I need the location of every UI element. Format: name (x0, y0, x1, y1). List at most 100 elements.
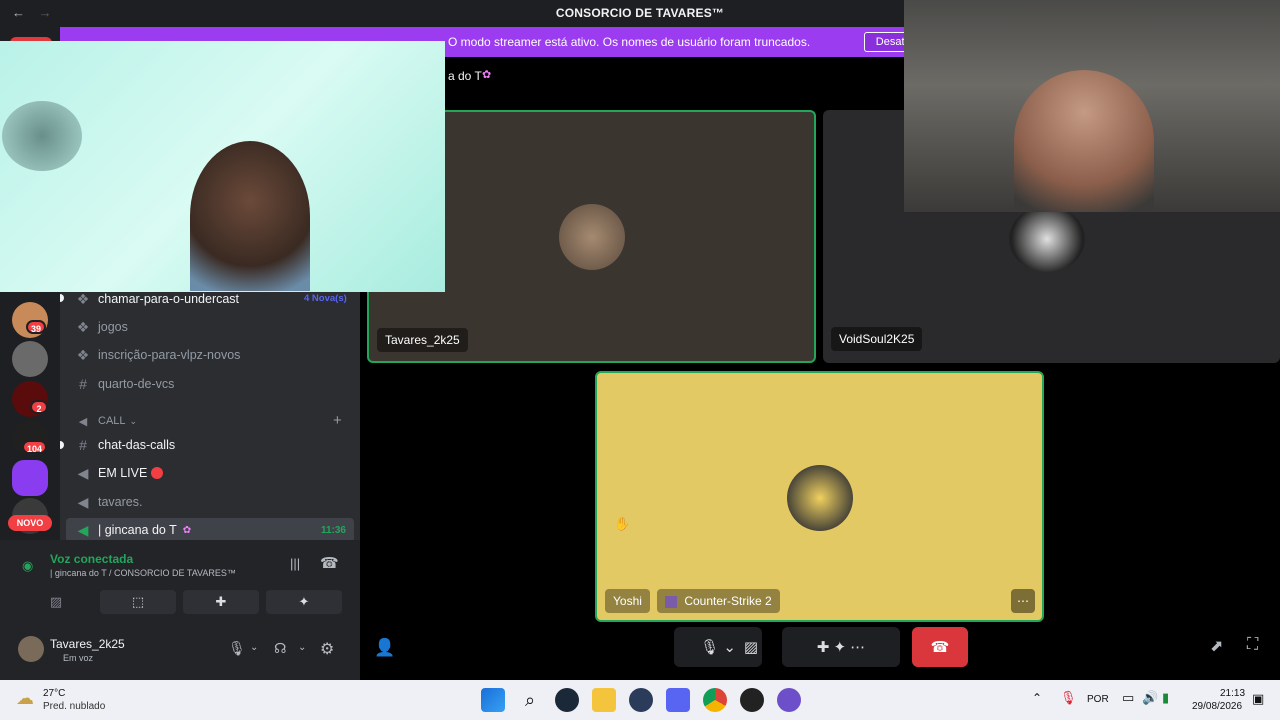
voice-channel-item-selected[interactable]: ◀ | gincana do T ✿ 11:36 (66, 518, 354, 542)
streamer-mode-message: O modo streamer está ativo. Os nomes de … (448, 35, 811, 49)
activities-button[interactable]: ✚ (183, 590, 259, 614)
unread-indicator (60, 441, 64, 449)
participant-name: VoidSoul2K25 (831, 327, 923, 351)
webcam-overlay (0, 41, 445, 292)
forum-icon: ❖ (76, 318, 90, 335)
category-call[interactable]: ◀ CALL ⌄ (74, 409, 137, 433)
channel-timer: 11:36 (320, 524, 346, 536)
voice-panel: ◉ Voz conectada | gincana do T / CONSORC… (0, 540, 360, 680)
server-icon[interactable] (12, 341, 48, 377)
hash-icon: # (79, 376, 87, 392)
channel-label: chat-das-calls (98, 438, 176, 452)
connection-icon: ◉ (22, 558, 34, 573)
app-icon[interactable] (777, 688, 801, 712)
channel-label: chamar-para-o-undercast (98, 292, 240, 306)
mention-badge: 104 (22, 440, 48, 454)
network-icon[interactable]: ▭ (1122, 690, 1134, 706)
soundboard-button[interactable]: ✦ (266, 590, 342, 614)
title-bar: ← → CONSORCIO DE TAVARES™ (0, 0, 904, 27)
avatar[interactable] (18, 636, 44, 662)
channel-label: quarto-de-vcs (98, 377, 175, 391)
add-channel-icon[interactable]: + (333, 412, 342, 429)
participant-tile[interactable]: Yoshi Counter-Strike 2 ⋯ (595, 371, 1044, 622)
activity-badge: Counter-Strike 2 (657, 589, 780, 613)
activity-name: Counter-Strike 2 (684, 594, 772, 608)
clock-time[interactable]: 21:13 (1220, 688, 1245, 699)
live-dot-icon (151, 467, 164, 479)
speaker-icon: ◀ (78, 415, 88, 428)
channel-item[interactable]: ❖ inscrição-para-vlpz-novos (74, 343, 241, 367)
search-icon[interactable]: ⌕ (518, 688, 542, 712)
unread-indicator (60, 294, 64, 302)
microphone-icon[interactable]: 🎙 (1060, 690, 1077, 706)
battery-icon[interactable]: ▮ (1162, 690, 1169, 706)
channel-label: EM LIVE (98, 466, 148, 480)
channel-item[interactable]: ❖ jogos (74, 315, 128, 339)
channel-emoji-icon: ✿ (182, 524, 192, 536)
app-icon[interactable] (629, 688, 653, 712)
channel-label: jogos (98, 320, 128, 334)
microphone-icon[interactable]: 🎙 (228, 640, 246, 657)
chevron-down-icon[interactable]: ⌄ (250, 642, 258, 653)
person-image (1014, 70, 1154, 212)
notification-icon[interactable]: ▣ (1252, 691, 1264, 707)
mention-badge: 39 (26, 320, 47, 334)
chrome-icon[interactable] (703, 688, 727, 712)
camera-off-button[interactable]: ▨ (18, 590, 94, 614)
voice-channel-item[interactable]: ◀ EM LIVE (74, 461, 164, 485)
obs-icon[interactable] (740, 688, 764, 712)
server-icon[interactable] (12, 460, 48, 496)
channel-label: | gincana do T (98, 523, 177, 537)
user-name[interactable]: Tavares_2k25 (50, 637, 125, 651)
channel-item[interactable]: # chat-das-calls (74, 433, 175, 457)
start-icon[interactable] (481, 688, 505, 712)
volume-icon[interactable]: 🔊 (1142, 690, 1158, 706)
popout-icon[interactable]: ⬈ (1210, 636, 1223, 656)
mention-badge: 2 (30, 400, 48, 414)
voice-location-label: | gincana do T / CONSORCIO DE TAVARES™ (50, 568, 236, 578)
game-icon (665, 595, 677, 608)
headphones-icon[interactable]: ☊ (274, 640, 286, 657)
chevron-up-icon[interactable]: ⌃ (1032, 691, 1042, 705)
noise-suppression-icon[interactable]: ||| (290, 556, 300, 571)
weather-icon: ☁ (16, 688, 34, 708)
more-options-button[interactable]: ⋯ (1011, 589, 1035, 613)
participant-avatar (1009, 206, 1085, 272)
steam-icon[interactable] (555, 688, 579, 712)
gear-icon[interactable]: ⚙ (320, 639, 334, 659)
hash-icon: # (79, 437, 87, 453)
clock-date[interactable]: 29/08/2026 (1192, 701, 1242, 712)
folder-icon[interactable] (592, 688, 616, 712)
discord-icon[interactable] (666, 688, 690, 712)
camera-button[interactable]: ▨ (735, 627, 767, 667)
voice-channel-item[interactable]: ◀ tavares. (74, 490, 143, 514)
language-indicator[interactable]: POR (1087, 694, 1109, 705)
chevron-down-icon[interactable]: ⌄ (298, 642, 306, 653)
channel-label: tavares. (98, 495, 143, 509)
invite-icon[interactable]: 👤 (374, 638, 395, 658)
fullscreen-icon[interactable]: ⛶ (1247, 636, 1258, 654)
user-status: Em voz (63, 653, 94, 663)
voice-connected-label: Voz conectada (50, 552, 134, 566)
cursor-icon: ✋ (614, 516, 631, 531)
channel-emoji-icon: ✿ (482, 69, 492, 81)
disconnect-icon[interactable]: ☎ (320, 554, 339, 572)
forum-icon: ❖ (76, 290, 90, 307)
category-label: CALL (98, 415, 126, 427)
participant-name: Tavares_2k25 (377, 328, 468, 352)
hang-up-button[interactable]: ☎ (912, 627, 968, 667)
channel-item[interactable]: # quarto-de-vcs (74, 372, 174, 396)
weather-temp: 27°C (43, 688, 66, 699)
webcam-overlay (904, 0, 1280, 212)
weather-desc: Pred. nublado (43, 701, 106, 712)
fan-image (2, 101, 82, 171)
channel-header-name: a do T (448, 69, 482, 83)
participant-avatar (559, 204, 625, 270)
forum-icon: ❖ (76, 346, 90, 363)
screen-share-button[interactable]: ⬚ (100, 590, 176, 614)
activities-button[interactable]: ✚ ✦ ⋯ (782, 627, 900, 667)
chevron-down-icon: ⌄ (129, 415, 138, 426)
taskbar: ☁ 27°C Pred. nublado ⌕ ⌃ 🎙 POR ▭ 🔊 ▮ 21:… (0, 680, 1280, 720)
novo-badge: NOVO (8, 515, 52, 531)
participant-name: Yoshi (605, 589, 650, 613)
